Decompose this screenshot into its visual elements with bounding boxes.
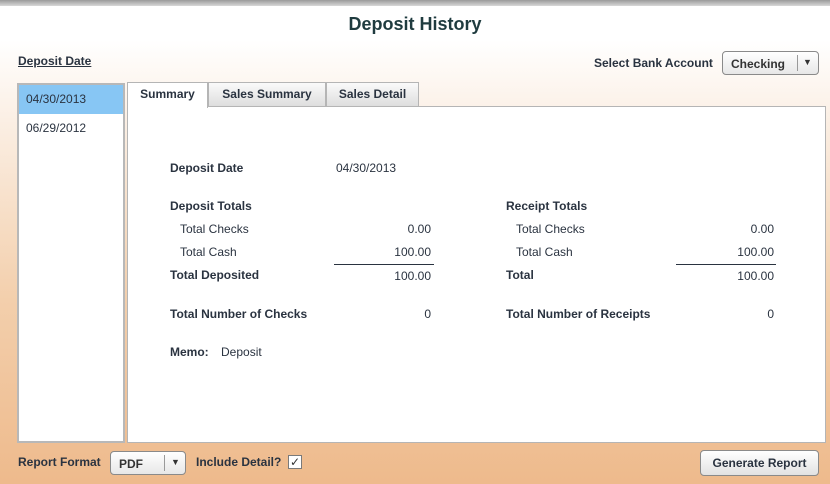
receipt-total-value: 100.00 (737, 269, 774, 283)
include-detail-checkbox[interactable]: ✓ (288, 455, 302, 469)
total-deposited-value: 100.00 (394, 269, 431, 283)
deposit-total-cash-value: 100.00 (394, 245, 431, 259)
memo-label: Memo: (170, 345, 209, 359)
select-divider (797, 55, 798, 71)
chevron-down-icon: ▼ (803, 57, 812, 67)
total-receipts-count-value: 0 (767, 307, 774, 321)
deposit-total-checks-label: Total Checks (180, 222, 249, 236)
date-list-item[interactable]: 04/30/2013 (19, 85, 123, 114)
receipt-sum-rule (676, 264, 776, 265)
deposit-date-sort-link[interactable]: Deposit Date (18, 54, 91, 68)
tab-summary[interactable]: Summary (127, 82, 208, 108)
total-deposited-label: Total Deposited (170, 268, 260, 282)
receipt-totals-heading: Receipt Totals (506, 199, 588, 213)
report-format-select[interactable]: PDF ▼ (110, 451, 186, 475)
deposit-total-cash-label: Total Cash (180, 245, 237, 259)
bank-account-select[interactable]: Checking ▼ (722, 51, 819, 75)
total-checks-count-label: Total Number of Checks (170, 307, 308, 321)
deposit-totals-heading: Deposit Totals (170, 199, 252, 213)
top-border (0, 0, 830, 6)
bank-account-label: Select Bank Account (594, 56, 713, 70)
memo-value: Deposit (221, 345, 262, 359)
page-title: Deposit History (348, 14, 482, 34)
receipt-total-checks-value: 0.00 (750, 222, 774, 236)
deposit-date-list[interactable]: 04/30/2013 06/29/2012 (17, 83, 125, 443)
generate-report-button[interactable]: Generate Report (700, 450, 819, 476)
report-format-value: PDF (119, 457, 143, 471)
include-detail-label: Include Detail? (196, 455, 282, 469)
deposit-total-checks-value: 0.00 (407, 222, 431, 236)
tab-sales-summary[interactable]: Sales Summary (208, 82, 326, 106)
date-list-item[interactable]: 06/29/2012 (19, 114, 123, 143)
tab-sales-detail[interactable]: Sales Detail (326, 82, 419, 106)
receipt-total-checks-label: Total Checks (516, 222, 585, 236)
receipt-total-label: Total (506, 268, 534, 282)
total-receipts-count-label: Total Number of Receipts (506, 307, 651, 321)
total-checks-count-value: 0 (424, 307, 431, 321)
receipt-total-cash-value: 100.00 (737, 245, 774, 259)
deposit-date-label: Deposit Date (170, 161, 244, 175)
summary-panel: Deposit Date 04/30/2013 Deposit Totals T… (127, 106, 826, 443)
deposit-sum-rule (334, 264, 434, 265)
chevron-down-icon: ▼ (171, 457, 180, 467)
report-format-label: Report Format (18, 455, 101, 469)
select-divider (164, 455, 165, 471)
deposit-date-value: 04/30/2013 (336, 161, 397, 175)
receipt-total-cash-label: Total Cash (516, 245, 573, 259)
bank-account-value: Checking (731, 57, 786, 71)
